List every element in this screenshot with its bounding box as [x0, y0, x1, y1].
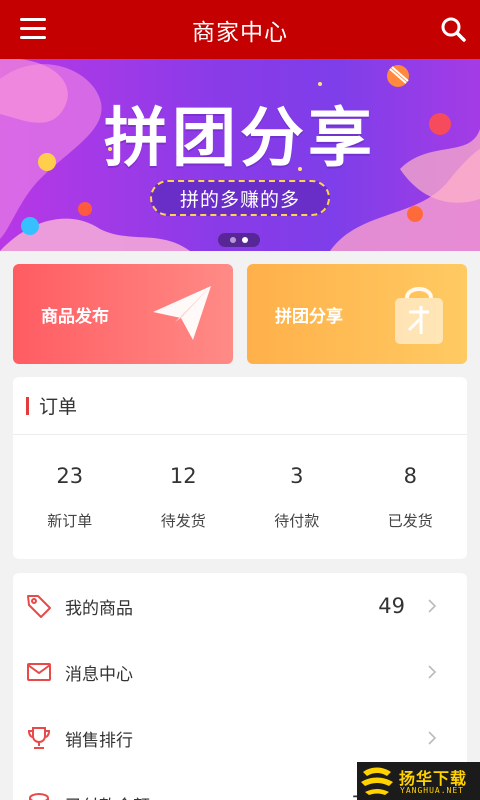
page-title: 商家中心 [192, 19, 288, 46]
stat-label: 待付款 [274, 512, 320, 530]
stat-shipped[interactable]: 8 已发货 [354, 435, 468, 558]
stat-value: 23 [56, 464, 84, 488]
watermark-icon [361, 767, 393, 795]
group-share-label: 拼团分享 [275, 306, 343, 327]
watermark-logo: 扬华下载 YANGHUA.NET [357, 762, 480, 800]
list-item-label: 已付款金额 [65, 792, 150, 800]
list-item-label: 消息中心 [65, 664, 133, 685]
chevron-right-icon [428, 599, 437, 613]
app-header: 商家中心 [0, 0, 480, 59]
carousel-dot[interactable] [230, 237, 236, 243]
menu-icon[interactable] [20, 18, 46, 40]
publish-product-button[interactable]: 商品发布 [13, 264, 233, 364]
orders-header: 订单 [13, 377, 467, 435]
order-stats: 23 新订单 12 待发货 3 待付款 8 已发货 [13, 435, 467, 558]
search-icon[interactable] [440, 16, 466, 42]
stat-new-orders[interactable]: 23 新订单 [13, 435, 127, 558]
publish-product-label: 商品发布 [41, 306, 109, 327]
banner-title: 拼团分享 [104, 102, 376, 176]
watermark-domain: YANGHUA.NET [400, 786, 464, 795]
stat-value: 3 [290, 464, 304, 488]
banner-subtitle: 拼的多赚的多 [150, 180, 330, 216]
orders-panel: 订单 23 新订单 12 待发货 3 待付款 8 已发货 [13, 377, 467, 559]
shopping-bag-icon [395, 287, 443, 344]
list-item-messages[interactable]: 消息中心 [13, 639, 467, 705]
chevron-right-icon [428, 665, 437, 679]
trophy-icon [27, 727, 51, 749]
list-item-value: 49 [378, 594, 405, 618]
stat-value: 8 [403, 464, 417, 488]
list-item-label: 销售排行 [65, 730, 133, 751]
carousel-indicator[interactable] [218, 233, 260, 247]
stat-value: 12 [169, 464, 197, 488]
stat-unpaid[interactable]: 3 待付款 [240, 435, 354, 558]
tag-icon [27, 595, 51, 618]
coins-icon [29, 793, 49, 800]
stat-label: 新订单 [47, 512, 93, 530]
section-marker [26, 396, 29, 415]
promo-banner[interactable]: 拼团分享 拼的多赚的多 [0, 59, 480, 251]
list-item-label: 我的商品 [65, 598, 133, 619]
envelope-icon [27, 663, 51, 681]
paper-plane-icon [153, 286, 211, 340]
list-item-my-products[interactable]: 我的商品 49 [13, 573, 467, 639]
stat-label: 已发货 [387, 512, 433, 530]
group-share-button[interactable]: 拼团分享 [247, 264, 467, 364]
carousel-dot-active[interactable] [242, 237, 248, 243]
chevron-right-icon [428, 731, 437, 745]
stat-label: 待发货 [160, 512, 206, 530]
orders-title: 订单 [39, 396, 78, 418]
stat-to-ship[interactable]: 12 待发货 [127, 435, 241, 558]
